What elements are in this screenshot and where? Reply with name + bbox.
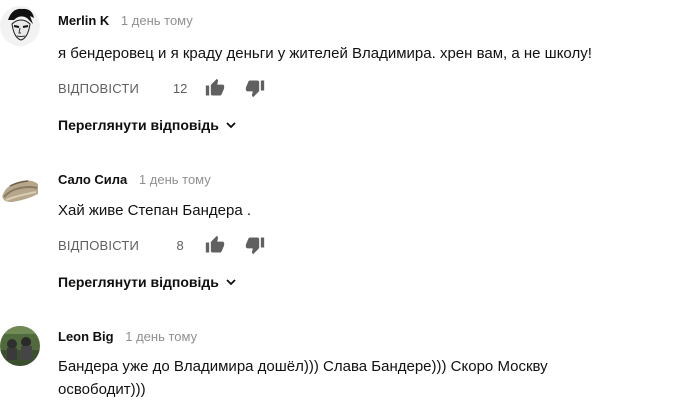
face-sketch-icon <box>0 6 40 46</box>
comment-timestamp[interactable]: 1 день тому <box>125 329 197 344</box>
reply-button[interactable]: ВІДПОВІСТИ <box>58 238 139 253</box>
comment-actions: ВІДПОВІСТИ 8 <box>58 235 265 255</box>
view-replies-label: Переглянути відповідь <box>58 274 219 290</box>
like-count: 8 <box>176 237 184 253</box>
reply-button[interactable]: ВІДПОВІСТИ <box>58 81 139 96</box>
chevron-down-icon <box>226 279 236 286</box>
avatar[interactable] <box>0 168 40 208</box>
comment-text-line-1: Бандера уже до Владимира дошёл))) Слава … <box>58 358 548 375</box>
author-name[interactable]: Leon Big <box>58 329 114 344</box>
comment-text: я бендеровец и я краду деньги у жителей … <box>58 45 592 62</box>
photo-avatar-icon <box>0 326 40 366</box>
view-replies-button[interactable]: Переглянути відповідь <box>58 274 237 290</box>
like-count: 12 <box>172 80 188 96</box>
comment-actions: ВІДПОВІСТИ 12 <box>58 78 265 98</box>
comment-header: Сало Сила 1 день тому <box>58 172 211 187</box>
thumbs-up-icon[interactable] <box>205 235 225 255</box>
view-replies-button[interactable]: Переглянути відповідь <box>58 117 237 133</box>
author-name[interactable]: Сало Сила <box>58 172 127 187</box>
avatar[interactable] <box>0 6 40 46</box>
salo-icon <box>0 168 40 208</box>
thumbs-up-icon[interactable] <box>205 78 225 98</box>
comment-header: Merlin K 1 день тому <box>58 13 193 28</box>
avatar[interactable] <box>0 326 40 366</box>
comment-header: Leon Big 1 день тому <box>58 329 197 344</box>
comment-text-line-2: освободит))) <box>58 381 146 398</box>
thumbs-down-icon[interactable] <box>245 78 265 98</box>
comment-text: Хай живе Степан Бандера . <box>58 202 251 219</box>
chevron-down-icon <box>226 122 236 129</box>
thumbs-down-icon[interactable] <box>245 235 265 255</box>
view-replies-label: Переглянути відповідь <box>58 117 219 133</box>
author-name[interactable]: Merlin K <box>58 13 109 28</box>
comment-timestamp[interactable]: 1 день тому <box>121 13 193 28</box>
comment-timestamp[interactable]: 1 день тому <box>139 172 211 187</box>
